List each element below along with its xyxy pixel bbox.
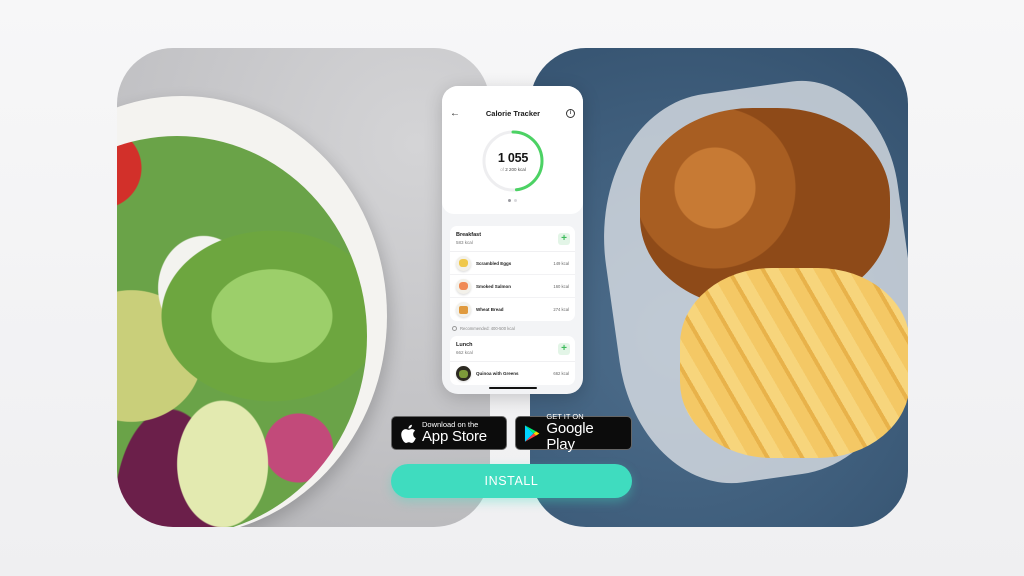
- wheat-bread-icon: [456, 302, 471, 317]
- food-kcal: 149 kcal: [553, 260, 569, 266]
- meal-name: Lunch: [456, 342, 473, 348]
- phone-mockup: ← Calorie Tracker i 1 055 of 2 200 kcal …: [442, 86, 583, 394]
- app-title: Calorie Tracker: [485, 108, 541, 118]
- goal-prefix: of: [500, 166, 504, 172]
- install-button[interactable]: INSTALL: [391, 464, 632, 498]
- page-indicator: [442, 199, 583, 202]
- consumed-kcal: 1 055: [497, 150, 529, 165]
- page-dot[interactable]: [514, 199, 517, 202]
- meal-header: Breakfast 583 kcal +: [450, 226, 575, 252]
- summary-section: ← Calorie Tracker i 1 055 of 2 200 kcal: [442, 86, 583, 214]
- food-kcal: 274 kcal: [553, 307, 569, 312]
- meal-name: Breakfast: [456, 232, 482, 238]
- calorie-summary: 1 055 of 2 200 kcal: [481, 129, 545, 193]
- meal-header: Lunch 662 kcal +: [450, 336, 575, 362]
- info-icon[interactable]: i: [565, 108, 575, 118]
- page-dot[interactable]: [508, 199, 511, 202]
- food-item[interactable]: Smoked Salmon 160 kcal: [450, 275, 575, 298]
- add-food-button[interactable]: +: [558, 342, 570, 355]
- food-name: Smoked Salmon: [476, 283, 512, 289]
- meal-card-lunch: Lunch 662 kcal + Quinoa with Greens 662 …: [450, 336, 575, 385]
- google-play-badge[interactable]: GET IT ON Google Play: [515, 413, 632, 453]
- quinoa-bowl-icon: [456, 366, 471, 381]
- food-name: Scrambled Eggs: [476, 260, 512, 266]
- food-name: Wheat Bread: [476, 307, 504, 312]
- smoked-salmon-icon: [456, 278, 471, 294]
- apple-icon: [401, 424, 416, 443]
- food-kcal: 662 kcal: [553, 371, 569, 376]
- goal-value: 2 200 kcal: [505, 166, 526, 172]
- salad-bowl-image: [117, 48, 490, 527]
- app-store-badge[interactable]: Download on the App Store: [391, 416, 507, 450]
- scrambled-eggs-icon: [456, 255, 471, 271]
- google-play-icon: [524, 424, 540, 442]
- badge-big-text: App Store: [422, 428, 487, 445]
- goal-kcal: of 2 200 kcal: [500, 167, 526, 172]
- food-item[interactable]: Scrambled Eggs 149 kcal: [450, 252, 575, 275]
- badge-big-text: Google Play: [546, 420, 594, 453]
- meal-card-breakfast: Breakfast 583 kcal + Scrambled Eggs 149 …: [450, 226, 575, 321]
- food-name: Quinoa with Greens: [476, 371, 519, 376]
- home-indicator: [489, 387, 537, 389]
- food-item[interactable]: Wheat Bread 274 kcal: [450, 298, 575, 321]
- food-kcal: 160 kcal: [553, 283, 569, 289]
- info-icon: [452, 326, 457, 331]
- recommendation-text: Recommended: 400-500 kcal: [460, 326, 515, 331]
- meal-kcal: 662 kcal: [456, 350, 473, 355]
- recommendation-note: Recommended: 400-500 kcal: [442, 321, 583, 336]
- meal-kcal: 583 kcal: [456, 240, 473, 245]
- arrow-left-icon[interactable]: ←: [450, 108, 460, 119]
- add-food-button[interactable]: +: [558, 232, 570, 245]
- fried-chicken-image: [530, 48, 908, 527]
- food-item[interactable]: Quinoa with Greens 662 kcal: [450, 362, 575, 385]
- french-fries: [680, 268, 908, 458]
